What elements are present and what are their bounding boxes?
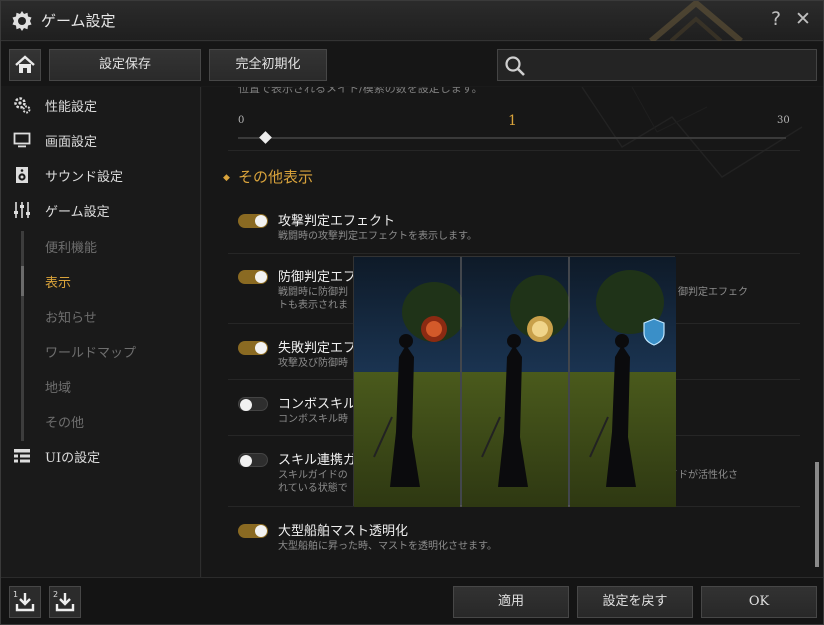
- slot-number: 1: [13, 590, 18, 599]
- ui-layout-icon: [14, 449, 30, 463]
- divider: [228, 253, 800, 254]
- speaker-icon: [16, 167, 28, 183]
- submenu-item-display[interactable]: 表示: [45, 272, 71, 296]
- toggle-knob: [240, 399, 252, 411]
- export-slot-2-button[interactable]: 2: [49, 586, 81, 618]
- toolbar: 設定保存 完全初期化: [1, 42, 823, 86]
- apply-button[interactable]: 適用: [453, 586, 569, 618]
- sidebar-item-label: UIの設定: [45, 451, 101, 466]
- title-bar[interactable]: ゲーム設定 ? ✕: [1, 1, 823, 41]
- option-desc: 攻撃及び防御時: [278, 358, 348, 369]
- search-input[interactable]: [532, 54, 810, 76]
- option-title: 失敗判定エフ: [278, 341, 357, 356]
- full-reset-button[interactable]: 完全初期化: [209, 49, 327, 81]
- search-box[interactable]: [497, 49, 817, 81]
- toggle-fail-effect[interactable]: [238, 341, 268, 355]
- option-title: 大型船舶マスト透明化: [278, 524, 409, 539]
- divider: [228, 150, 800, 151]
- option-desc: れている状態で: [278, 483, 348, 494]
- footer-bar: 1 2 適用 設定を戻す OK: [1, 577, 823, 624]
- sidebar-item-label: サウンド設定: [45, 170, 124, 185]
- download-icon: 2: [53, 590, 75, 612]
- option-desc: イドが活性化さ: [668, 470, 738, 481]
- sidebar-item-performance[interactable]: 性能設定: [1, 90, 201, 120]
- submenu-active-marker: [21, 266, 24, 296]
- sidebar-item-ui[interactable]: UIの設定: [1, 441, 201, 471]
- option-desc: 戦闘時に防御判: [278, 287, 348, 298]
- sidebar-item-sound[interactable]: サウンド設定: [1, 160, 201, 190]
- submenu-item-other[interactable]: その他: [45, 412, 84, 436]
- search-icon: [505, 56, 525, 76]
- option-desc: スキルガイドの: [278, 470, 348, 481]
- toggle-defense-effect[interactable]: [238, 270, 268, 284]
- toggle-attack-effect[interactable]: [238, 214, 268, 228]
- option-desc: 大型船舶に昇った時、マストを透明化させます。: [278, 541, 497, 552]
- window-title: ゲーム設定: [41, 12, 116, 30]
- save-settings-button[interactable]: 設定保存: [49, 49, 201, 81]
- effect-preview-tooltip: [353, 256, 676, 507]
- option-desc: 御判定エフェク: [678, 287, 748, 298]
- preview-image: [354, 257, 676, 507]
- section-title: その他表示: [238, 168, 314, 186]
- slot-number: 2: [53, 590, 58, 599]
- count-slider[interactable]: [238, 137, 786, 139]
- revert-settings-button[interactable]: 設定を戻す: [577, 586, 693, 618]
- export-slot-1-button[interactable]: 1: [9, 586, 41, 618]
- sidebar-item-label: 画面設定: [45, 135, 98, 150]
- sidebar-item-display[interactable]: 画面設定: [1, 125, 201, 155]
- home-icon: [15, 55, 35, 73]
- option-desc: トも表示されま: [278, 300, 348, 311]
- close-button[interactable]: ✕: [795, 8, 811, 30]
- option-desc: 戦闘時の攻撃判定エフェクトを表示します。: [278, 231, 477, 242]
- toggle-knob: [255, 525, 267, 537]
- help-button[interactable]: ?: [771, 8, 781, 30]
- option-title: スキル連携ガ: [278, 453, 357, 468]
- sidebar-item-label: ゲーム設定: [45, 205, 110, 220]
- submenu-line: [21, 231, 24, 441]
- option-desc: コンボスキル時: [278, 414, 348, 425]
- sidebar-item-label: 性能設定: [45, 100, 98, 115]
- submenu-item-convenience[interactable]: 便利機能: [45, 237, 97, 261]
- sliders-icon: [14, 202, 30, 218]
- settings-window: ゲーム設定 ? ✕ 設定保存 完全初期化 性能設定 画面設定 サウンド設定 ゲー…: [0, 0, 824, 625]
- option-title: コンボスキル: [278, 397, 357, 412]
- submenu-item-world-map[interactable]: ワールドマップ: [45, 342, 136, 366]
- home-button[interactable]: [9, 49, 41, 81]
- toggle-knob: [255, 215, 267, 227]
- submenu-item-region[interactable]: 地域: [45, 377, 71, 401]
- toggle-skill-link[interactable]: [238, 453, 268, 467]
- download-icon: 1: [13, 590, 35, 612]
- slider-min-label: 0: [238, 115, 245, 126]
- toggle-combo-skill[interactable]: [238, 397, 268, 411]
- submenu-item-notifications[interactable]: お知らせ: [45, 307, 97, 331]
- toggle-ship-mast[interactable]: [238, 524, 268, 538]
- slider-max-label: 30: [777, 115, 790, 126]
- toggle-knob: [240, 455, 252, 467]
- monitor-icon: [13, 132, 31, 148]
- sidebar: 性能設定 画面設定 サウンド設定 ゲーム設定 便利機能 表示 お知らせ ワールド…: [1, 87, 201, 577]
- section-diamond-icon: ◆: [223, 173, 230, 183]
- slider-value: 1: [508, 113, 517, 129]
- toggle-knob: [255, 342, 267, 354]
- gear-icon: [12, 11, 32, 31]
- ok-button[interactable]: OK: [701, 586, 817, 618]
- option-title: 攻撃判定エフェクト: [278, 214, 396, 229]
- slider-description: 位置で表示されるメイト/模索の数を設定します。: [238, 87, 483, 95]
- toggle-knob: [255, 271, 267, 283]
- title-ornament-icon: [649, 1, 743, 41]
- option-title: 防御判定エフ: [278, 270, 357, 285]
- sidebar-item-game[interactable]: ゲーム設定: [1, 195, 201, 225]
- gears-icon: [14, 97, 31, 114]
- scrollbar[interactable]: [815, 462, 819, 567]
